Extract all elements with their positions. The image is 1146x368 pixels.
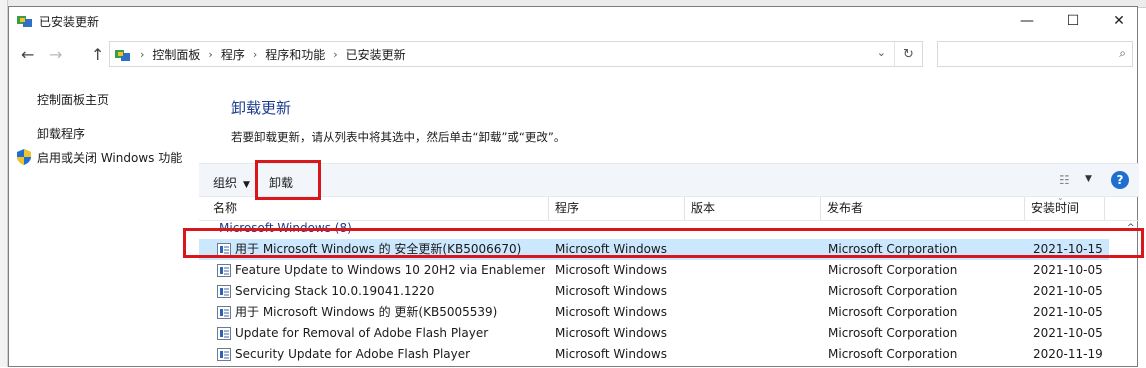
update-name: Servicing Stack 10.0.19041.1220 [235,284,435,298]
breadcrumb-programs[interactable]: 程序 [221,46,245,63]
control-panel-icon [115,49,130,61]
update-icon [217,348,231,361]
breadcrumb: › 控制面板 › 程序 › 程序和功能 › 已安装更新 [114,46,406,63]
update-version [691,323,821,344]
close-button[interactable]: ✕ [1097,7,1141,35]
update-program: Microsoft Windows [555,347,667,361]
update-name: Security Update for Adobe Flash Player [235,347,471,361]
update-program: Microsoft Windows [555,284,667,298]
uninstall-program-link[interactable]: 卸载程序 [37,125,85,142]
update-version [691,281,821,302]
organize-label: 组织 [213,176,238,190]
command-bar: 组织 ▼ 卸载 ☷ ▼ ? [199,160,1139,200]
refresh-button[interactable]: ↻ [894,42,922,66]
table-row[interactable]: Feature Update to Windows 10 20H2 via En… [199,260,1109,281]
address-bar-row: ← → ↑ › 控制面板 › 程序 › 程序和功能 › 已安装更新 ⌄ ↻ ⌕ [9,37,1137,71]
sort-descending-icon: ⌄ [1057,193,1064,202]
table-row[interactable]: 用于 Microsoft Windows 的 更新(KB5005539) Mic… [199,302,1109,323]
update-installed-on: 2021-10-05 [1033,263,1103,277]
up-button[interactable]: ↑ [91,45,104,64]
column-header-row: 名称 程序 版本 发布者 安装时间 ⌄ [199,193,1139,221]
background-window-edge [0,0,8,367]
update-version [691,260,821,281]
page-title: 卸载更新 [231,99,292,117]
view-options-icon[interactable]: ☷ [1059,173,1070,187]
view-options-dropdown[interactable]: ▼ [1085,174,1092,184]
uninstall-highlight-box [255,160,321,200]
maximize-button[interactable]: ☐ [1051,7,1095,35]
table-row[interactable]: Servicing Stack 10.0.19041.1220 Microsof… [199,281,1109,302]
address-bar[interactable]: › 控制面板 › 程序 › 程序和功能 › 已安装更新 ⌄ ↻ [109,41,923,67]
column-header-version[interactable]: 版本 [685,197,821,221]
column-header-installed-on[interactable]: 安装时间 [1025,197,1105,221]
help-button[interactable]: ? [1111,171,1129,189]
breadcrumb-installed-updates[interactable]: 已安装更新 [346,46,406,63]
column-header-publisher[interactable]: 发布者 [821,197,1025,221]
minimize-button[interactable]: — [1005,7,1049,35]
update-icon [217,327,231,340]
update-publisher: Microsoft Corporation [828,347,958,361]
update-installed-on: 2021-10-05 [1033,305,1103,319]
update-program: Microsoft Windows [555,305,667,319]
chevron-right-icon[interactable]: › [208,48,212,61]
page-description: 若要卸载更新，请从列表中将其选中，然后单击“卸载”或“更改”。 [231,130,566,144]
update-name: Update for Removal of Adobe Flash Player [235,326,489,340]
selected-update-highlight-box [183,228,1144,258]
update-publisher: Microsoft Corporation [828,305,958,319]
main-content: 卸载更新 若要卸载更新，请从列表中将其选中，然后单击“卸载”或“更改”。 组织 ▼… [199,71,1139,368]
update-program: Microsoft Windows [555,263,667,277]
update-name: Feature Update to Windows 10 20H2 via En… [235,263,545,277]
title-bar: 已安装更新 — ☐ ✕ [9,7,1137,35]
shield-icon [17,149,31,165]
update-version [691,344,821,365]
update-icon [217,285,231,298]
column-header-program[interactable]: 程序 [549,197,685,221]
chevron-right-icon: › [140,48,145,61]
update-publisher: Microsoft Corporation [828,326,958,340]
control-panel-home-link[interactable]: 控制面板主页 [37,91,109,108]
address-history-dropdown[interactable]: ⌄ [877,46,886,59]
update-installed-on: 2021-10-05 [1033,284,1103,298]
window-title: 已安装更新 [39,15,100,29]
forward-button[interactable]: → [49,45,62,64]
update-program: Microsoft Windows [555,326,667,340]
back-button[interactable]: ← [21,45,34,64]
search-input[interactable]: ⌕ [937,41,1133,67]
update-publisher: Microsoft Corporation [828,284,958,298]
installed-updates-window: 已安装更新 — ☐ ✕ ← → ↑ › 控制面板 › 程序 › 程序和功能 › [8,6,1139,368]
table-row[interactable]: Update for Removal of Adobe Flash Player… [199,323,1109,344]
update-icon [217,306,231,319]
chevron-down-icon: ▼ [243,180,250,190]
update-installed-on: 2020-11-19 [1033,347,1103,361]
update-name: 用于 Microsoft Windows 的 更新(KB5005539) [235,305,498,319]
update-icon [217,264,231,277]
update-installed-on: 2021-10-05 [1033,326,1103,340]
search-icon: ⌕ [1119,46,1126,60]
chevron-right-icon[interactable]: › [333,48,337,61]
update-publisher: Microsoft Corporation [828,263,958,277]
control-panel-icon [17,16,32,27]
windows-features-link[interactable]: 启用或关闭 Windows 功能 [37,149,182,166]
organize-button[interactable]: 组织 ▼ [213,174,250,191]
table-row[interactable]: Security Update for Adobe Flash Player M… [199,344,1109,365]
update-version [691,302,821,323]
breadcrumb-control-panel[interactable]: 控制面板 [152,46,200,63]
left-task-pane: 控制面板主页 卸载程序 启用或关闭 Windows 功能 [9,71,199,368]
column-header-name[interactable]: 名称 [207,197,549,221]
breadcrumb-programs-and-features[interactable]: 程序和功能 [265,46,325,63]
chevron-right-icon[interactable]: › [253,48,257,61]
